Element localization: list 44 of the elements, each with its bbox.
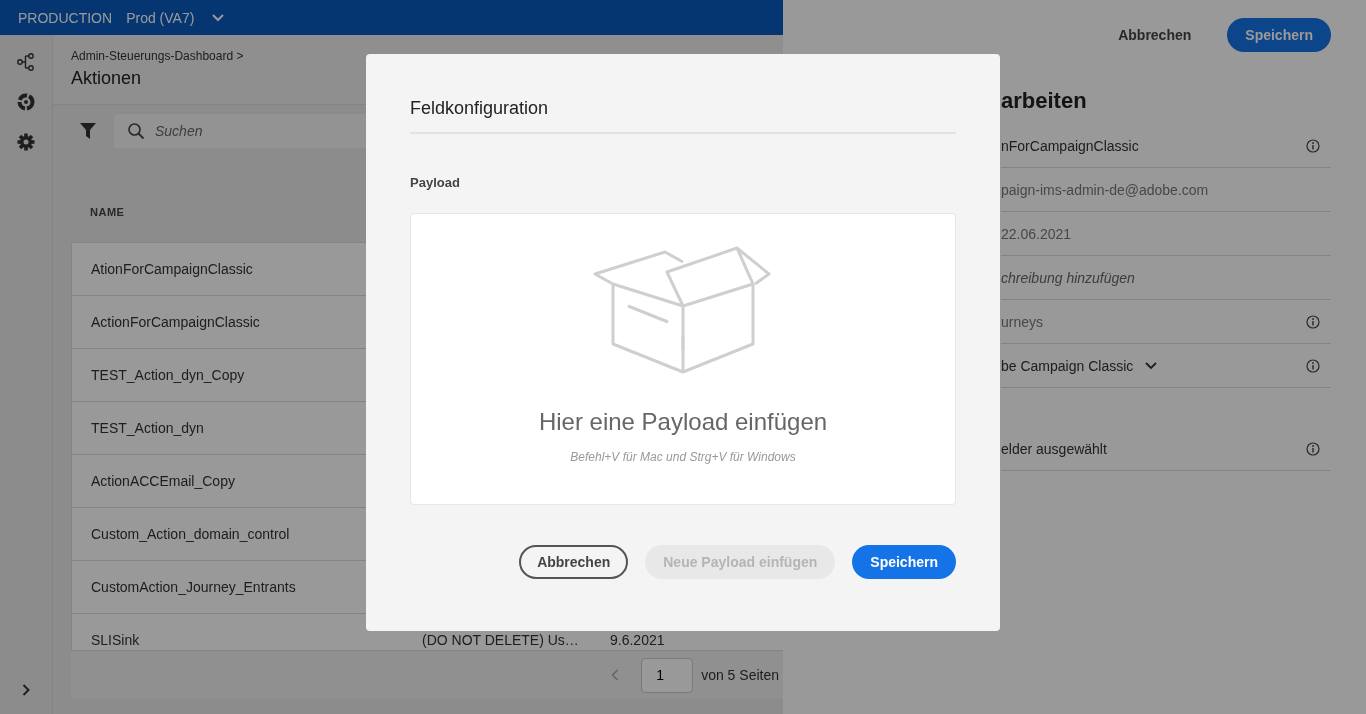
table-cell: 9.6.2021 <box>610 632 665 648</box>
field-value: 22.06.2021 <box>1001 225 1072 242</box>
description-field[interactable]: chreibung hinzufügen <box>1001 256 1331 300</box>
donut-chart-icon[interactable] <box>16 92 36 112</box>
panel-title: arbeiten <box>1001 88 1088 115</box>
chevron-down-icon[interactable] <box>1145 361 1158 370</box>
table-cell-text: CustomAction_Journey_Entrants <box>91 579 297 595</box>
page-count: von 5 Seiten <box>701 667 779 683</box>
dialog-title: Feldkonfiguration <box>410 98 956 134</box>
info-icon[interactable] <box>1306 314 1320 329</box>
filter-icon[interactable] <box>80 122 96 140</box>
search-icon <box>127 122 145 140</box>
sandbox-selector[interactable]: Prod (VA7) <box>126 9 195 26</box>
table-cell-text: ActionForCampaignClassic <box>91 314 261 330</box>
info-icon[interactable] <box>1306 358 1320 373</box>
field-value: paign-ims-admin-de@adobe.com <box>1001 181 1209 198</box>
settings-icon[interactable] <box>16 132 36 152</box>
table-cell-text: ActionACCEmail_Copy <box>91 473 236 489</box>
save-button[interactable]: Speichern <box>1227 17 1331 52</box>
environment-label: PRODUCTION <box>18 9 113 26</box>
dropdown-value[interactable]: be Campaign Classic <box>1001 357 1134 374</box>
paste-hint: Befehl+V für Mac und Strg+V für Windows <box>570 450 796 464</box>
paste-prompt: Hier eine Payload einfügen <box>538 408 828 436</box>
field-label: Payload <box>410 175 461 190</box>
table-cell-text: AtionForCampaignClassic <box>91 261 254 277</box>
table-cell-text: TEST_Action_dyn <box>91 420 205 436</box>
page-number-field[interactable]: 1 <box>641 657 694 693</box>
column-header[interactable]: NAME <box>90 206 125 218</box>
table-cell-text: TEST_Action_dyn_Copy <box>91 367 246 383</box>
nodes-icon[interactable] <box>16 52 36 72</box>
paste-area[interactable]: Hier eine Payload einfügen Befehl+V für Mac und Strg+V für Windows <box>410 213 956 505</box>
page-title: Aktionen <box>71 68 143 89</box>
field-value: urneys <box>1001 313 1044 330</box>
cancel-button[interactable]: Abbrechen <box>519 545 629 579</box>
field-value: elder ausgewählt <box>1001 440 1107 457</box>
table-cell-text: SLISink <box>91 632 141 648</box>
field-value: nForCampaignClassic <box>1001 137 1139 154</box>
info-icon[interactable] <box>1306 441 1320 456</box>
chevron-right-icon[interactable] <box>22 684 30 696</box>
info-icon[interactable] <box>1306 138 1320 153</box>
cancel-button[interactable]: Abbrechen <box>1112 17 1198 52</box>
table-cell-text: (DO NOT DELETE) Us… <box>422 632 580 648</box>
save-button[interactable]: Speichern <box>852 545 956 579</box>
table-cell-text: Custom_Action_domain_control <box>91 526 291 542</box>
